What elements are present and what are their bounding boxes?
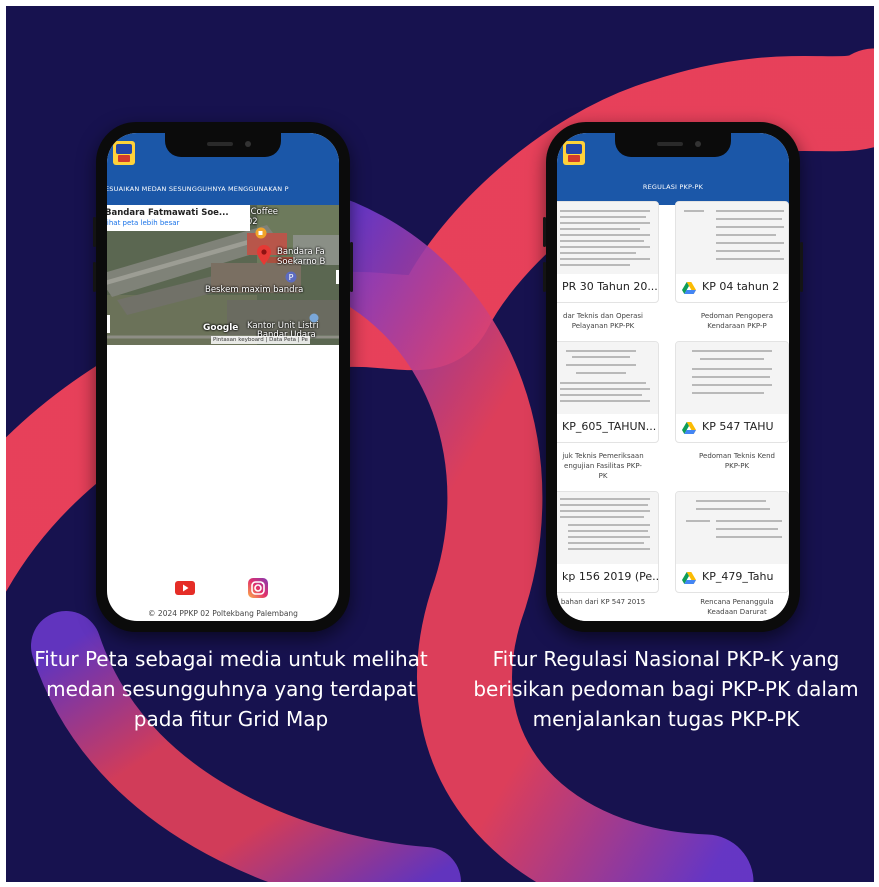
right-phone-screen: REGULASI PKP-PK PR 30 Tahun 20... KP 04 … bbox=[557, 133, 789, 621]
document-name: KP_479_Tahu bbox=[702, 570, 774, 583]
view-larger-map-link[interactable]: Lihat peta lebih besar bbox=[107, 219, 179, 227]
google-drive-icon bbox=[682, 422, 696, 434]
volume-button bbox=[93, 217, 96, 247]
google-drive-icon bbox=[682, 572, 696, 584]
right-phone-mockup: REGULASI PKP-PK PR 30 Tahun 20... KP 04 … bbox=[543, 122, 803, 632]
document-thumbnail bbox=[676, 202, 788, 274]
document-name: PR 30 Tahun 20... bbox=[562, 280, 658, 293]
map-scrollbar bbox=[336, 270, 339, 284]
right-feature-caption: Fitur Regulasi Nasional PKP-K yang beris… bbox=[458, 644, 874, 734]
page-title: ESUAIKAN MEDAN SESUNGGUHNYA MENGGUNAKAN … bbox=[107, 185, 289, 193]
caption-line: medan sesungguhnya yang terdapat bbox=[46, 677, 416, 701]
app-logo bbox=[563, 141, 585, 165]
regulation-document-grid: PR 30 Tahun 20... KP 04 tahun 2 dar Tekn… bbox=[557, 201, 789, 621]
document-name: kp 156 2019 (Pe... bbox=[562, 570, 659, 583]
phone-notch bbox=[165, 133, 281, 157]
promo-background: ESUAIKAN MEDAN SESUNGGUHNYA MENGGUNAKAN … bbox=[6, 6, 874, 882]
left-phone-screen: ESUAIKAN MEDAN SESUNGGUHNYA MENGGUNAKAN … bbox=[107, 133, 339, 621]
document-description: Pedoman Teknis Kend PKP-PK bbox=[699, 452, 775, 470]
document-description: juk Teknis Pemeriksaan engujian Fasilita… bbox=[562, 452, 644, 480]
caption-line: Fitur Regulasi Nasional PKP-K yang bbox=[492, 647, 840, 671]
map-label: Bandara Fa bbox=[277, 247, 325, 257]
volume-button bbox=[543, 262, 546, 292]
map-label: Beskem maxim bandra bbox=[205, 285, 304, 295]
document-description: bahan dari KP 547 2015 bbox=[560, 598, 646, 606]
app-logo bbox=[113, 141, 135, 165]
google-logo: Google bbox=[203, 323, 239, 333]
page-title: REGULASI PKP-PK bbox=[642, 183, 704, 191]
svg-text:P: P bbox=[289, 273, 294, 282]
caption-line: menjalankan tugas PKP-PK bbox=[532, 707, 800, 731]
document-thumbnail bbox=[557, 342, 658, 414]
document-thumbnail bbox=[557, 202, 658, 274]
caption-line: Fitur Peta sebagai media untuk melihat bbox=[34, 647, 428, 671]
footer-copyright: © 2024 PPKP 02 Poltekbang Palembang bbox=[148, 609, 298, 618]
document-name: KP 547 TAHU bbox=[702, 420, 774, 433]
document-card[interactable]: KP 04 tahun 2 bbox=[675, 201, 789, 303]
volume-button bbox=[543, 217, 546, 247]
youtube-icon[interactable] bbox=[175, 581, 195, 595]
document-thumbnail bbox=[557, 492, 658, 564]
document-card[interactable]: KP 547 TAHU bbox=[675, 341, 789, 443]
document-thumbnail bbox=[676, 492, 788, 564]
power-button bbox=[350, 242, 353, 292]
map-data-link[interactable]: Data Peta bbox=[269, 337, 296, 343]
keyboard-shortcuts-link[interactable]: Pintasan keyboard bbox=[213, 337, 264, 343]
document-thumbnail bbox=[676, 342, 788, 414]
parking-icon[interactable]: P bbox=[285, 271, 297, 283]
left-feature-caption: Fitur Peta sebagai media untuk melihat m… bbox=[6, 644, 456, 734]
place-name: Bandara Fatmawati Soe... bbox=[107, 208, 229, 218]
document-card[interactable]: KP_605_TAHUN... bbox=[557, 341, 659, 443]
document-name: KP 04 tahun 2 bbox=[702, 280, 780, 293]
document-description: Rencana Penanggula Keadaan Darurat bbox=[700, 598, 774, 616]
place-icon[interactable] bbox=[309, 313, 319, 323]
map-attribution: Pintasan keyboard | Data Peta | Pe bbox=[211, 336, 310, 344]
document-description: Pedoman Pengopera Kendaraan PKP-P bbox=[700, 312, 774, 330]
google-drive-icon bbox=[682, 282, 696, 294]
power-button bbox=[800, 242, 803, 292]
map-place-card: Bandara Fatmawati Soe... Lihat peta lebi… bbox=[107, 205, 250, 231]
instagram-icon[interactable] bbox=[248, 578, 268, 598]
volume-button bbox=[93, 262, 96, 292]
phone-notch bbox=[615, 133, 731, 157]
map-label: Soekarno B bbox=[277, 257, 326, 267]
document-card[interactable]: KP_479_Tahu bbox=[675, 491, 789, 593]
map-scrollbar bbox=[107, 315, 110, 333]
left-phone-mockup: ESUAIKAN MEDAN SESUNGGUHNYA MENGGUNAKAN … bbox=[93, 122, 353, 632]
cafe-icon[interactable] bbox=[255, 227, 267, 239]
document-description: dar Teknis dan Operasi Pelayanan PKP-PK bbox=[563, 312, 643, 330]
document-name: KP_605_TAHUN... bbox=[562, 420, 657, 433]
terms-link[interactable]: Pe bbox=[301, 337, 308, 343]
document-card[interactable]: PR 30 Tahun 20... bbox=[557, 201, 659, 303]
caption-line: pada fitur Grid Map bbox=[133, 707, 329, 731]
document-card[interactable]: kp 156 2019 (Pe... bbox=[557, 491, 659, 593]
caption-line: berisikan pedoman bagi PKP-PK dalam bbox=[473, 677, 859, 701]
map-pin-icon[interactable] bbox=[257, 245, 271, 265]
